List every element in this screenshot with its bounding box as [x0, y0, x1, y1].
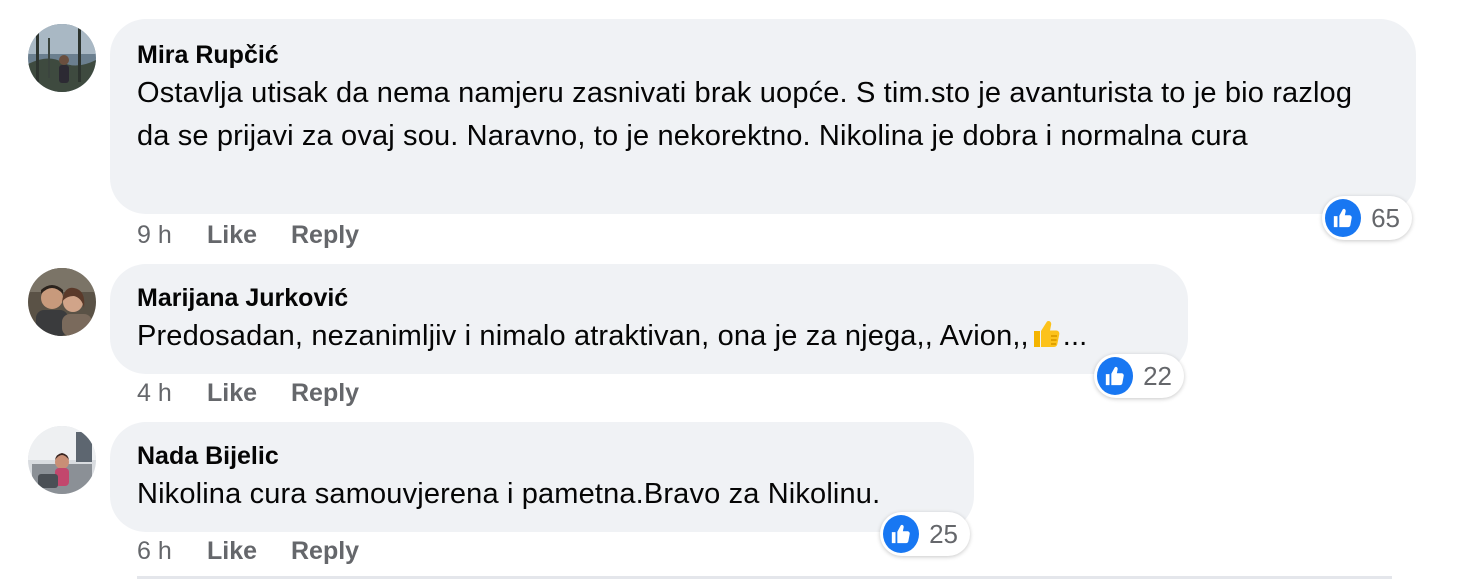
comment-bubble: Mira Rupčić Ostavlja utisak da nema namj…: [110, 19, 1416, 214]
reaction-summary[interactable]: 25: [880, 512, 970, 556]
comment-text-ellipsis: ...: [1062, 320, 1088, 352]
comment-actions: 4 h Like Reply: [137, 378, 359, 408]
comment-bubble: Nada Bijelic Nikolina cura samouvjerena …: [110, 422, 974, 532]
comment-actions: 9 h Like Reply: [137, 220, 359, 250]
comment-text: Nikolina cura samouvjerena i pametna.Bra…: [137, 478, 881, 510]
comment-text: Predosadan, nezanimljiv i nimalo atrakti…: [137, 315, 1160, 362]
avatar[interactable]: [28, 426, 96, 494]
reply-button[interactable]: Reply: [291, 536, 359, 566]
reaction-count: 65: [1371, 203, 1400, 233]
like-icon: [1097, 357, 1134, 395]
like-icon: [1325, 199, 1362, 237]
comment-timestamp[interactable]: 9 h: [137, 220, 207, 250]
thumbs-up-icon: [1031, 317, 1063, 362]
avatar[interactable]: [28, 24, 96, 92]
like-icon: [883, 515, 920, 553]
comment-author[interactable]: Nada Bijelic: [137, 441, 946, 471]
avatar[interactable]: [28, 268, 96, 336]
comment-timestamp[interactable]: 6 h: [137, 536, 207, 566]
comment-author[interactable]: Marijana Jurković: [137, 283, 1160, 313]
reply-button[interactable]: Reply: [291, 378, 359, 408]
reply-button[interactable]: Reply: [291, 220, 359, 250]
comment-bubble: Marijana Jurković Predosadan, nezanimlji…: [110, 264, 1188, 374]
like-button[interactable]: Like: [207, 536, 291, 566]
reaction-count: 22: [1143, 361, 1172, 391]
comment-author[interactable]: Mira Rupčić: [137, 40, 1388, 70]
comments-section: Mira Rupčić Ostavlja utisak da nema namj…: [0, 0, 1460, 580]
reaction-count: 25: [929, 519, 958, 549]
reaction-summary[interactable]: 65: [1322, 196, 1412, 240]
divider: [137, 576, 1392, 579]
comment-text-body: Predosadan, nezanimljiv i nimalo atrakti…: [137, 320, 1029, 352]
comment-timestamp[interactable]: 4 h: [137, 378, 207, 408]
like-button[interactable]: Like: [207, 220, 291, 250]
comment-text: Ostavlja utisak da nema namjeru zasnivat…: [137, 77, 1353, 152]
like-button[interactable]: Like: [207, 378, 291, 408]
reaction-summary[interactable]: 22: [1094, 354, 1184, 398]
comment-actions: 6 h Like Reply: [137, 536, 359, 566]
